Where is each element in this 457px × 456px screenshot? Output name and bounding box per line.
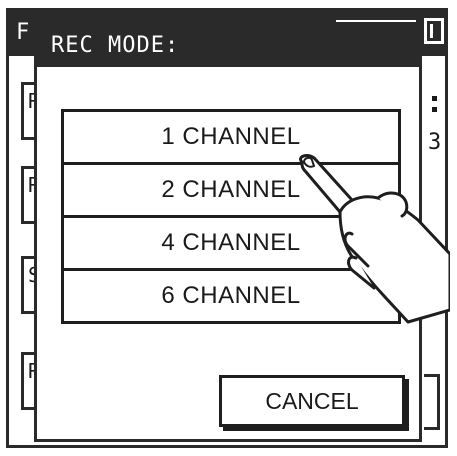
channel-option-list: 1 CHANNEL 2 CHANNEL 4 CHANNEL 6 CHANNEL [61, 109, 401, 324]
background-colon [432, 96, 438, 114]
dialog-title-bar: REC MODE: [37, 25, 419, 67]
background-right-button[interactable] [424, 374, 440, 430]
option-2-channel-button[interactable]: 2 CHANNEL [61, 162, 401, 218]
option-6-channel-button[interactable]: 6 CHANNEL [61, 268, 401, 324]
cancel-button[interactable]: CANCEL [219, 375, 405, 427]
device-screen: F R R S R 3 REC MODE: 1 CHANNEL 2 CHANNE… [0, 0, 457, 456]
background-value: 3 [428, 130, 442, 155]
dialog-title: REC MODE: [51, 33, 180, 58]
close-icon[interactable] [424, 18, 444, 44]
background-title-text: F [16, 20, 30, 45]
option-1-channel-button[interactable]: 1 CHANNEL [61, 109, 401, 165]
option-4-channel-button[interactable]: 4 CHANNEL [61, 215, 401, 271]
rec-mode-dialog: REC MODE: 1 CHANNEL 2 CHANNEL 4 CHANNEL … [34, 22, 422, 442]
